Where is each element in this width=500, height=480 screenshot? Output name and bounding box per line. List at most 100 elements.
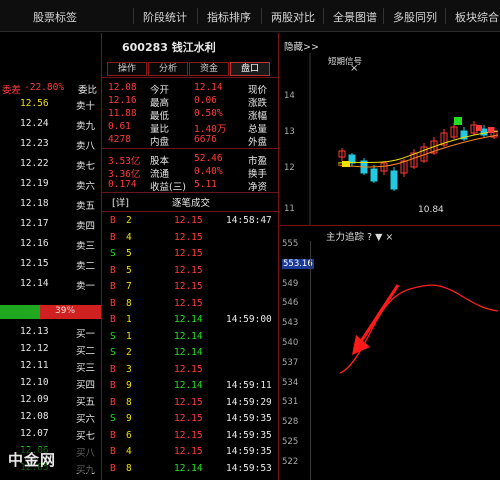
trade-flag: B [110, 462, 116, 474]
lower-axis-label: 525 [282, 437, 299, 447]
buy-level-price: 12.08 [20, 411, 49, 422]
trade-price: 12.15 [174, 429, 203, 441]
quote-value: 0.50% [194, 108, 223, 119]
menu-item-sector[interactable]: 板块综合 [455, 9, 499, 25]
trade-row: B 8 12.15 14:59:29 [102, 397, 278, 410]
sell-level-row[interactable]: 12.16 卖三 [0, 237, 101, 252]
buy-level-row[interactable]: 12.13 买一 [0, 325, 101, 340]
tab-orderbook[interactable]: 盘口 [230, 62, 270, 76]
quote-label: 最低 [150, 111, 170, 122]
trade-list-title: 逐笔成交 [172, 198, 211, 209]
menu-divider [445, 8, 446, 24]
sell-level-row[interactable]: 12.24 卖九 [0, 117, 101, 132]
trade-price: 12.14 [174, 314, 203, 325]
lower-axis-line [310, 241, 311, 480]
menu-item-sort[interactable]: 指标排序 [207, 9, 251, 25]
trade-price: 12.14 [174, 380, 203, 391]
price-axis-label: 14 [284, 91, 295, 101]
trade-volume: 6 [126, 429, 132, 441]
quote-label: 外盘 [248, 137, 268, 148]
quote-value: 11.88 [108, 108, 137, 119]
sell-level-row[interactable]: 12.17 卖四 [0, 217, 101, 232]
sell-level-label: 卖一 [76, 281, 96, 292]
menu-item-stats[interactable]: 阶段统计 [143, 9, 187, 25]
trade-flag: S [110, 248, 116, 259]
buy-level-price: 12.10 [20, 377, 49, 388]
quote-row: 0.174 收益(三) 5.11 净资 [102, 179, 278, 193]
candlestick [370, 168, 378, 182]
trade-list-header: [详] 逐笔成交 [102, 195, 278, 209]
quote-label: 市盈 [248, 156, 268, 167]
sell-level-label: 卖四 [76, 221, 96, 232]
trade-flag: B [110, 446, 116, 457]
trade-price: 12.15 [174, 248, 203, 259]
quote-value: 12.16 [108, 95, 137, 106]
divider [102, 148, 278, 149]
lower-axis-label: 528 [282, 417, 299, 428]
trade-price: 12.14 [174, 462, 203, 474]
menu-item-tags[interactable]: 股票标签 [33, 9, 77, 25]
trade-flag: B [110, 396, 116, 408]
menu-item-compare[interactable]: 两股对比 [271, 9, 315, 25]
tab-operation[interactable]: 操作 [107, 62, 147, 76]
trade-flag: B [110, 281, 116, 292]
trade-flag: B [110, 297, 116, 309]
trade-price: 12.15 [174, 413, 203, 424]
trade-detail-tag[interactable]: [详] [112, 195, 129, 209]
quote-value: 0.61 [108, 121, 131, 132]
menu-item-multi-stock[interactable]: 多股同列 [393, 9, 437, 25]
buy-level-price: 12.12 [20, 343, 49, 354]
buy-level-row[interactable]: 12.11 买三 [0, 359, 101, 374]
buy-level-row[interactable]: 12.09 买五 [0, 393, 101, 408]
buy-level-row[interactable]: 12.12 买二 [0, 342, 101, 357]
sell-level-price: 12.19 [20, 178, 49, 189]
sell-level-row[interactable]: 12.19 卖六 [0, 177, 101, 192]
lower-axis-label: 540 [282, 338, 299, 348]
sell-level-price: 12.23 [20, 138, 49, 149]
signal-marker [342, 161, 350, 167]
buy-level-price: 12.07 [20, 428, 49, 439]
buy-level-row[interactable]: 12.08 买六 [0, 410, 101, 425]
menu-item-panorama[interactable]: 全景图谱 [333, 9, 377, 25]
trade-flag: S [110, 347, 116, 358]
quote-label: 涨幅 [248, 111, 268, 122]
trade-volume: 9 [126, 380, 132, 391]
trade-price: 12.15 [174, 297, 203, 309]
tab-capital[interactable]: 资金 [189, 62, 229, 76]
trade-flag: B [110, 363, 116, 375]
trade-row: B 3 12.15 [102, 364, 278, 377]
order-book: 委差 -22.80% 委比 12.56 卖十 12.24 卖九 12.23 卖八 12.22… [0, 33, 101, 480]
divider [102, 192, 278, 193]
sell-level-price: 12.14 [20, 278, 49, 289]
trade-price: 12.15 [174, 281, 203, 292]
signal-marker [488, 127, 494, 133]
trade-flag: B [110, 380, 116, 391]
lower-axis-label: 546 [282, 298, 299, 309]
trade-volume: 8 [126, 297, 132, 309]
quote-row: 3.53亿 股本 52.46 市盈 [102, 153, 278, 167]
sell-level-row[interactable]: 12.22 卖七 [0, 157, 101, 172]
sell-level-row[interactable]: 12.23 卖八 [0, 137, 101, 152]
buy-level-row[interactable]: 12.07 买七 [0, 427, 101, 442]
chart-svg [309, 53, 499, 374]
menu-divider [133, 8, 134, 24]
trade-time: 14:59:29 [226, 396, 272, 408]
sell-level-label: 卖六 [76, 181, 96, 192]
lower-axis-label: 549 [282, 278, 299, 289]
quote-value: 3.53亿 [108, 156, 141, 167]
sell-level-row[interactable]: 12.15 卖二 [0, 257, 101, 272]
quote-value: 5.11 [194, 179, 217, 190]
menu-divider [383, 8, 384, 24]
trade-row: S 2 12.14 [102, 347, 278, 360]
buy-level-row[interactable]: 12.10 买四 [0, 376, 101, 391]
buy-level-label: 买二 [76, 346, 96, 357]
sell-level-row[interactable]: 12.56 卖十 [0, 97, 101, 112]
low-price-marker: 10.84 [418, 205, 444, 215]
sell-level-row[interactable]: 12.18 卖五 [0, 197, 101, 212]
tab-analysis[interactable]: 分析 [148, 62, 188, 76]
trade-volume: 3 [126, 363, 132, 375]
trade-volume: 8 [126, 462, 132, 474]
sell-level-row[interactable]: 12.14 卖一 [0, 277, 101, 292]
ratio-bar-label: 39% [55, 306, 76, 316]
trade-volume: 4 [126, 231, 132, 243]
